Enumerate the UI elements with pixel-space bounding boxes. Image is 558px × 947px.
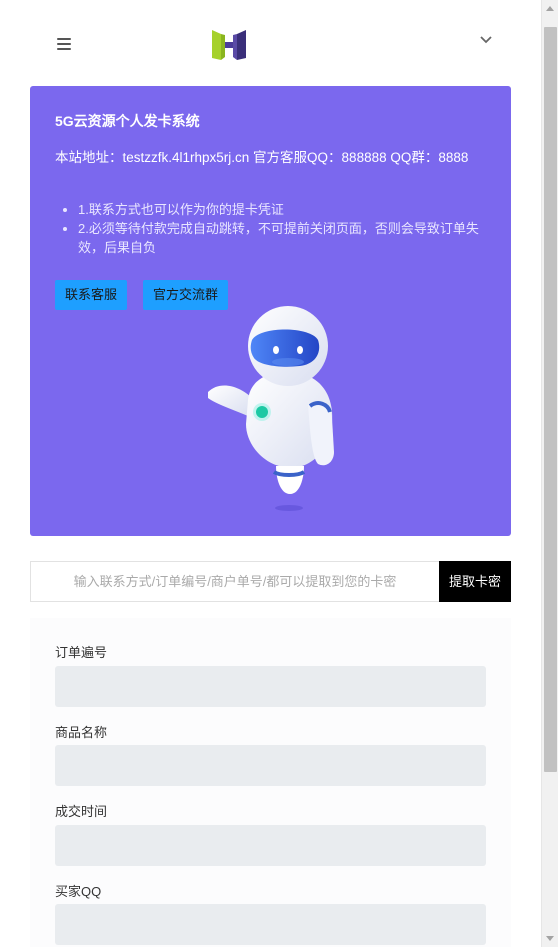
- order-number-label: 订单遍号: [55, 645, 108, 660]
- trade-time-label: 成交时间: [55, 804, 108, 819]
- product-name-label: 商品名称: [55, 725, 108, 740]
- buyer-qq-field[interactable]: [55, 904, 486, 945]
- chevron-down-icon[interactable]: [479, 33, 493, 45]
- notice-list: 1.联系方式也可以作为你的提卡凭证 2.必须等待付款完成自动跳转，不可提前关闭页…: [78, 200, 488, 257]
- header: [0, 0, 541, 86]
- product-name-field[interactable]: [55, 745, 486, 786]
- order-number-field[interactable]: [55, 666, 486, 707]
- site-info: 本站地址：testzzfk.4l1rhpx5rj.cn 官方客服QQ：88888…: [55, 150, 469, 165]
- hamburger-icon[interactable]: [57, 38, 71, 50]
- h-logo-icon[interactable]: [212, 28, 246, 62]
- hero-card: 5G云资源个人发卡系统 本站地址：testzzfk.4l1rhpx5rj.cn …: [30, 86, 511, 536]
- notice-item: 1.联系方式也可以作为你的提卡凭证: [78, 200, 488, 219]
- search-input[interactable]: [30, 561, 439, 602]
- scroll-down-arrow-icon[interactable]: [546, 936, 554, 941]
- buyer-qq-label: 买家QQ: [55, 884, 102, 899]
- order-result-panel: 订单遍号 商品名称 成交时间 买家QQ: [30, 618, 511, 947]
- vertical-scrollbar[interactable]: [541, 0, 558, 947]
- scrollbar-thumb[interactable]: [544, 27, 557, 772]
- scroll-up-arrow-icon[interactable]: [546, 6, 554, 11]
- trade-time-field[interactable]: [55, 825, 486, 866]
- search-bar: 提取卡密: [30, 561, 511, 602]
- contact-service-button[interactable]: 联系客服: [55, 280, 127, 310]
- robot-illustration: [200, 306, 340, 516]
- notice-item: 2.必须等待付款完成自动跳转，不可提前关闭页面，否则会导致订单失效，后果自负: [78, 219, 488, 257]
- hero-title: 5G云资源个人发卡系统: [55, 113, 200, 129]
- extract-card-button[interactable]: 提取卡密: [439, 561, 511, 602]
